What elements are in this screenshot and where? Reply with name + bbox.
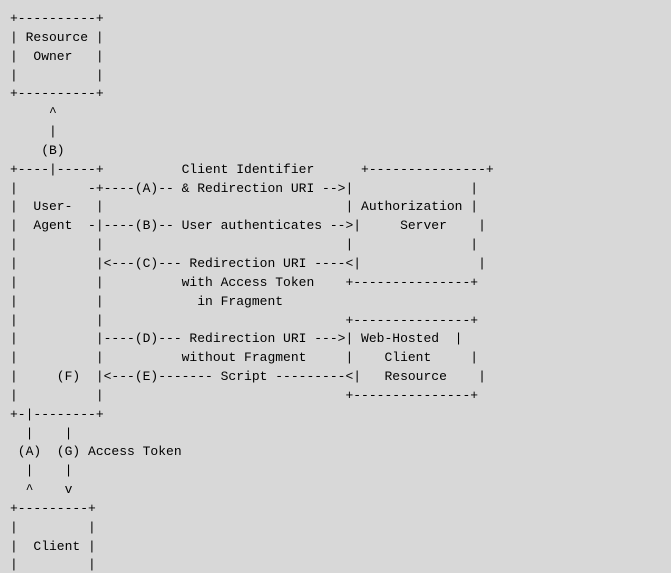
diagram-container: +----------+ | Resource | | Owner | | | …	[0, 0, 671, 573]
diagram-content: +----------+ | Resource | | Owner | | | …	[10, 10, 661, 573]
